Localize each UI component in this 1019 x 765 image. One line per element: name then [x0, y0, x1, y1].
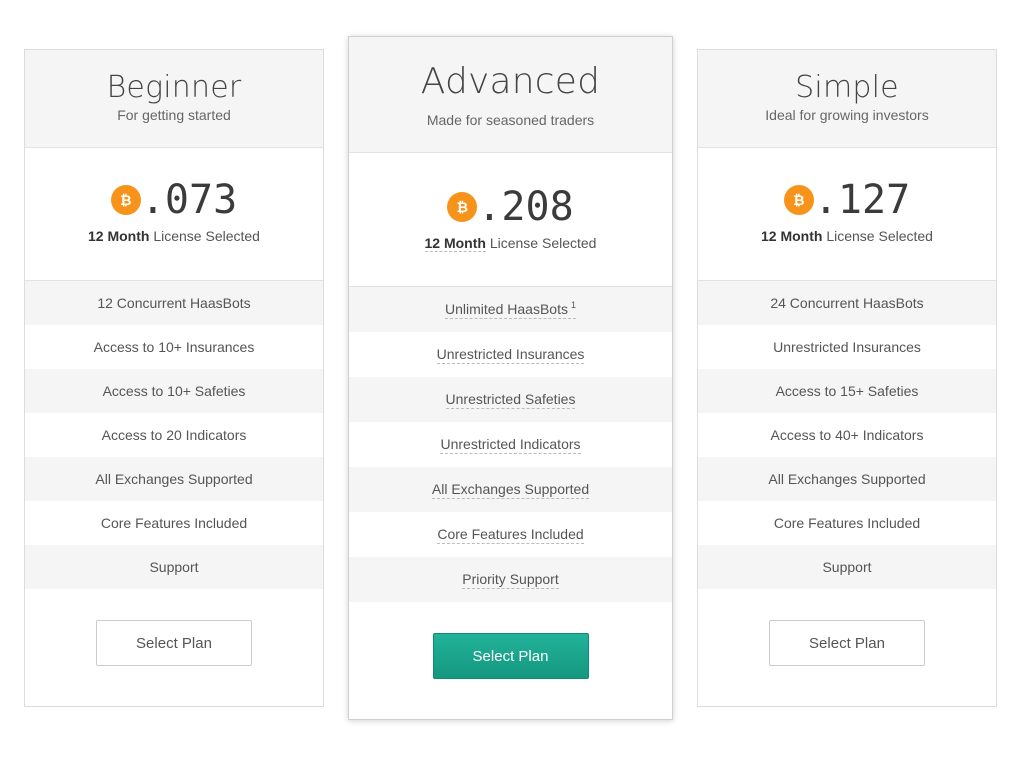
- price-amount: .208: [477, 184, 574, 230]
- feature-item: Support: [25, 545, 323, 589]
- license-suffix: License Selected: [149, 228, 260, 244]
- feature-item[interactable]: Unlimited HaasBots 1: [349, 287, 672, 332]
- feature-item: Access to 15+ Safeties: [698, 369, 996, 413]
- license-selected[interactable]: 12 Month License Selected: [761, 228, 933, 244]
- license-duration: 12 Month: [761, 228, 823, 244]
- feature-list: 24 Concurrent HaasBots Unrestricted Insu…: [698, 281, 996, 589]
- feature-item: Core Features Included: [100, 515, 248, 531]
- bitcoin-icon: ₿: [783, 185, 814, 215]
- price-section: ₿ .208 12 Month License Selected: [349, 153, 672, 287]
- feature-item: Support: [698, 545, 996, 589]
- feature-list: 12 Concurrent HaasBots Access to 10+ Ins…: [25, 281, 323, 589]
- price-line: ₿ .127: [698, 180, 996, 220]
- plan-header: Advanced Made for seasoned traders: [349, 37, 672, 153]
- license-suffix: License Selected: [822, 228, 933, 244]
- feature-item: Access to 10+ Safeties: [25, 369, 323, 413]
- feature-item: All Exchanges Supported: [25, 457, 323, 501]
- plan-subtitle: Ideal for growing investors: [765, 107, 929, 123]
- price-section: ₿ .073 12 Month License Selected: [25, 148, 323, 281]
- select-plan-button[interactable]: Select Plan: [432, 633, 589, 679]
- license-duration: 12 Month: [424, 235, 486, 252]
- license-suffix: License Selected: [485, 235, 597, 251]
- feature-item: Access to 20 Indicators: [101, 427, 247, 443]
- license-selected[interactable]: 12 Month License Selected: [88, 228, 260, 244]
- price-amount: .073: [140, 177, 238, 223]
- plan-title: Advanced: [420, 61, 601, 102]
- plan-subtitle: Made for seasoned traders: [426, 112, 595, 128]
- feature-item: Core Features Included: [773, 515, 921, 531]
- feature-item: Access to 10+ Insurances: [93, 339, 255, 355]
- price-line: ₿ .208: [349, 187, 672, 227]
- plan-card-simple: Simple Ideal for growing investors ₿ .12…: [697, 49, 997, 707]
- bitcoin-icon: ₿: [447, 192, 478, 222]
- feature-item: 12 Concurrent HaasBots: [25, 281, 323, 325]
- feature-item[interactable]: All Exchanges Supported: [349, 467, 672, 512]
- plan-header: Beginner For getting started: [25, 50, 323, 148]
- plan-card-beginner: Beginner For getting started ₿ .073 12 M…: [24, 49, 324, 707]
- feature-item[interactable]: Unrestricted Insurances: [349, 332, 672, 377]
- feature-item: All Exchanges Supported: [698, 457, 996, 501]
- select-plan-button[interactable]: Select Plan: [96, 620, 252, 666]
- price-section: ₿ .127 12 Month License Selected: [698, 148, 996, 281]
- plan-header: Simple Ideal for growing investors: [698, 50, 996, 148]
- price-amount: .127: [813, 177, 911, 223]
- feature-item: Access to 40+ Indicators: [770, 427, 924, 443]
- footnote-marker: 1: [570, 299, 576, 310]
- feature-list: Unlimited HaasBots 1 Unrestricted Insuran…: [349, 287, 672, 602]
- select-plan-button[interactable]: Select Plan: [769, 620, 925, 666]
- feature-item[interactable]: Core Features Included: [349, 512, 672, 557]
- license-duration: 12 Month: [88, 228, 150, 244]
- bitcoin-icon: ₿: [110, 185, 141, 215]
- plan-subtitle: For getting started: [117, 107, 231, 123]
- feature-item: Unrestricted Insurances: [773, 339, 921, 355]
- license-selected[interactable]: 12 Month License Selected: [424, 235, 597, 252]
- feature-item[interactable]: Unrestricted Safeties: [349, 377, 672, 422]
- plan-card-advanced: Advanced Made for seasoned traders ₿ .20…: [348, 36, 673, 720]
- plan-title: Beginner: [106, 70, 242, 105]
- plan-title: Simple: [795, 70, 899, 105]
- price-line: ₿ .073: [25, 180, 323, 220]
- feature-item[interactable]: Priority Support: [349, 557, 672, 602]
- feature-item[interactable]: Unrestricted Indicators: [349, 422, 672, 467]
- feature-item: 24 Concurrent HaasBots: [698, 281, 996, 325]
